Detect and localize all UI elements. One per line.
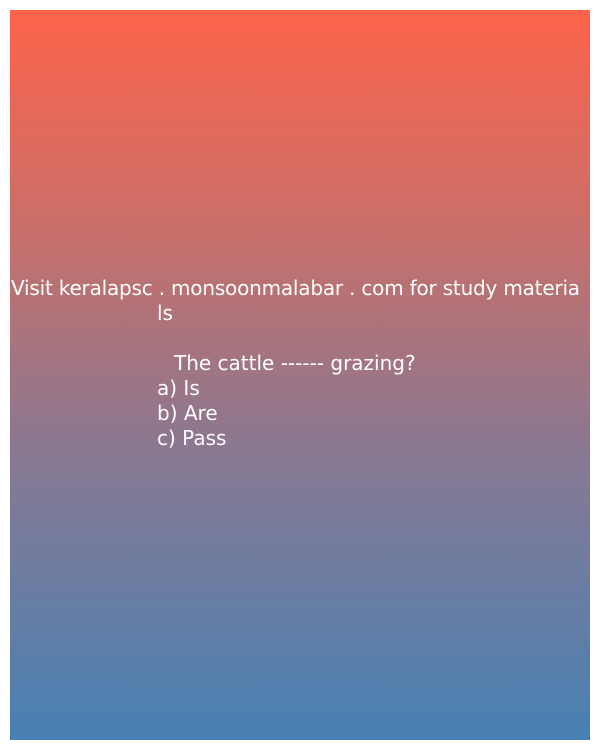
promo-text-line-2: ls: [157, 301, 173, 325]
option-a: a) Is: [157, 376, 200, 400]
question-card: Visit keralapsc . monsoonmalabar . com f…: [10, 10, 590, 740]
promo-text-line-1: Visit keralapsc . monsoonmalabar . com f…: [11, 276, 580, 300]
question-text: The cattle ------ grazing?: [174, 351, 416, 375]
option-c: c) Pass: [157, 426, 227, 450]
option-b: b) Are: [157, 401, 218, 425]
card-content: Visit keralapsc . monsoonmalabar . com f…: [10, 276, 590, 451]
